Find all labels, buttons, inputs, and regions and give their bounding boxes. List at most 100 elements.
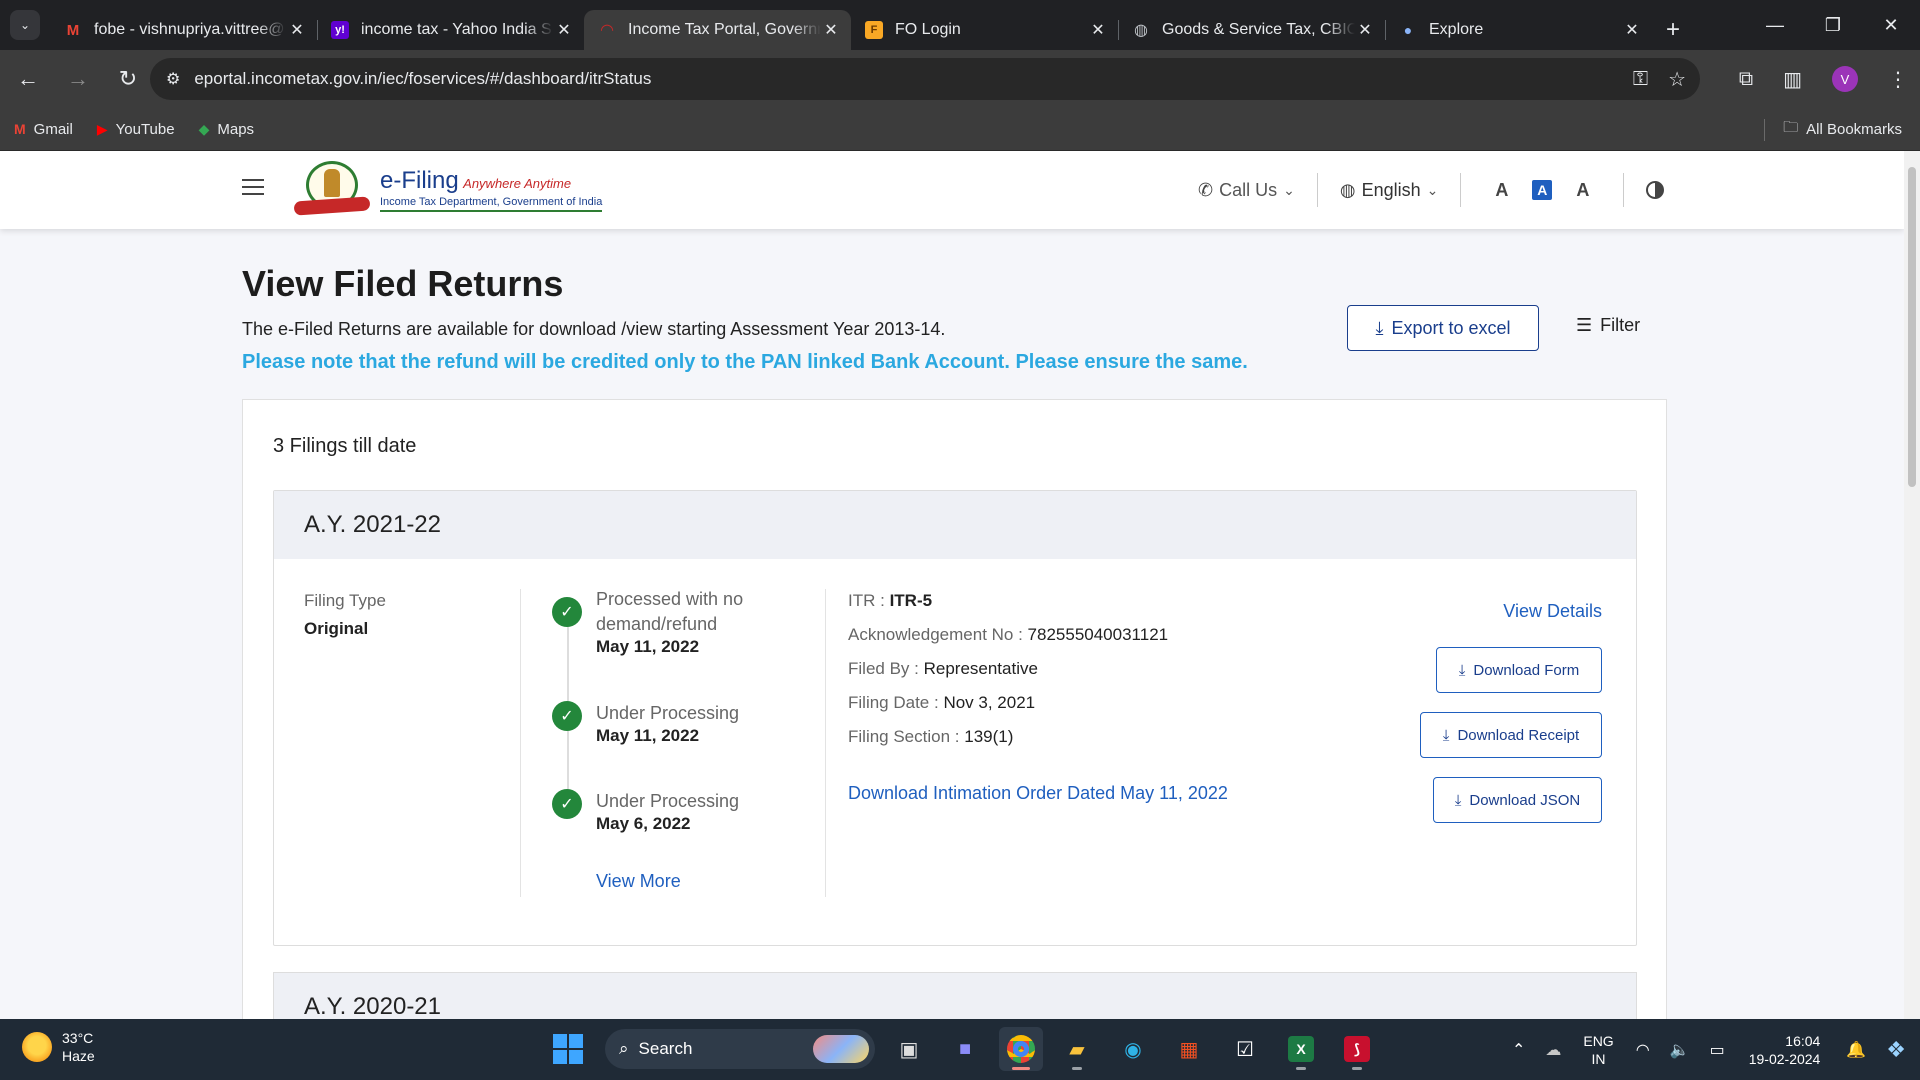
yahoo-icon: y! (331, 21, 349, 39)
export-to-excel-button[interactable]: ⤓ Export to excel (1347, 305, 1539, 351)
clock[interactable]: 16:04 19-02-2024 (1749, 1032, 1821, 1068)
assessment-year-heading[interactable]: A.Y. 2021-22 (274, 491, 1636, 559)
password-key-icon[interactable]: ⚿ (1633, 68, 1648, 91)
close-icon[interactable]: ✕ (287, 20, 307, 40)
bookmark-youtube[interactable]: ▶ YouTube (97, 121, 175, 138)
tab-search-button[interactable]: ⌄ (10, 10, 40, 40)
language-dropdown[interactable]: ◍ English ⌄ (1340, 180, 1439, 201)
filed-by-row: Filed By : Representative (848, 659, 1168, 679)
bookmark-label: YouTube (115, 120, 175, 138)
timeline-status: Processed with no demand/refund (596, 589, 744, 634)
edge-icon[interactable]: ◉ (1111, 1027, 1155, 1071)
divider (520, 589, 521, 897)
download-icon: ⤓ (1454, 791, 1462, 809)
restore-icon[interactable]: ❐ (1804, 0, 1862, 50)
contrast-icon[interactable] (1646, 181, 1665, 199)
search-icon: ⌕ (619, 1039, 629, 1058)
volume-icon[interactable]: 🔈 (1670, 1040, 1690, 1060)
efiling-icon: ◠ (600, 22, 614, 39)
forward-button[interactable]: → (56, 57, 100, 101)
taskbar-apps: ⌕ Search ▣ ■ ▰ ◉ ▦ ☑ X ⟆ (553, 1027, 1379, 1071)
onedrive-icon[interactable]: ☁ (1545, 1040, 1561, 1060)
store-icon[interactable]: ▦ (1167, 1027, 1211, 1071)
call-us-label: Call Us (1219, 179, 1278, 200)
view-more-link[interactable]: View More (596, 871, 681, 892)
efiling-logo[interactable]: e-Filing Anywhere Anytime Income Tax Dep… (290, 159, 603, 219)
font-decrease-button[interactable]: A (1495, 180, 1508, 201)
acrobat-icon[interactable]: ⟆ (1335, 1027, 1379, 1071)
close-icon[interactable]: ✕ (1622, 20, 1642, 40)
filing-details: ITR : ITR-5 Acknowledgement No : 7825550… (848, 591, 1168, 761)
language-indicator[interactable]: ENG IN (1583, 1032, 1613, 1068)
reload-button[interactable]: ↻ (106, 57, 150, 101)
todo-icon[interactable]: ☑ (1223, 1027, 1267, 1071)
weather-widget[interactable]: 33°C Haze (22, 1029, 95, 1065)
chevron-up-icon[interactable]: ⌃ (1512, 1040, 1525, 1060)
download-receipt-label: Download Receipt (1457, 726, 1580, 744)
task-view-icon[interactable]: ▣ (887, 1027, 931, 1071)
tab-gmail[interactable]: M fobe - vishnupriya.vittree@ ✕ (50, 10, 318, 50)
close-window-icon[interactable]: ✕ (1862, 0, 1920, 50)
menu-kebab-icon[interactable]: ⋮ (1888, 67, 1908, 92)
chrome-icon[interactable] (999, 1027, 1043, 1071)
call-us-dropdown[interactable]: ✆ Call Us ⌄ (1198, 180, 1295, 201)
filing-section-label: Filing Section : (848, 727, 965, 746)
hamburger-menu-icon[interactable] (242, 179, 264, 200)
system-tray: ⌃ ☁ ENG IN ◠ 🔈 ▭ 16:04 19-02-2024 🔔 ❖ (1502, 1019, 1920, 1080)
view-details-link[interactable]: View Details (1503, 601, 1602, 622)
tab-yahoo[interactable]: y! income tax - Yahoo India S ✕ (317, 10, 585, 50)
font-increase-button[interactable]: A (1576, 180, 1589, 201)
divider (825, 589, 826, 897)
excel-icon[interactable]: X (1279, 1027, 1323, 1071)
close-icon[interactable]: ✕ (554, 20, 574, 40)
weather-condition: Haze (62, 1048, 95, 1064)
filing-date-row: Filing Date : Nov 3, 2021 (848, 693, 1168, 713)
font-normal-button[interactable]: A (1532, 180, 1553, 200)
bookmark-gmail[interactable]: M Gmail (14, 121, 73, 138)
assessment-year-heading[interactable]: A.Y. 2020-21 (274, 973, 1636, 1019)
download-json-button[interactable]: ⤓ Download JSON (1433, 777, 1602, 823)
timeline-date: May 11, 2022 (596, 637, 700, 656)
globe-icon: ◍ (1339, 179, 1356, 200)
tab-income-tax-portal[interactable]: ◠ Income Tax Portal, Governm ✕ (584, 10, 851, 50)
bookmark-maps[interactable]: ◆ Maps (199, 121, 254, 138)
page-scrollbar[interactable] (1904, 151, 1920, 1019)
filter-button[interactable]: ☰ Filter (1576, 315, 1640, 336)
close-icon[interactable]: ✕ (1355, 20, 1375, 40)
wifi-icon[interactable]: ◠ (1636, 1040, 1650, 1060)
logo-dept: Income Tax Department, Government of Ind… (380, 195, 603, 208)
teams-chat-icon[interactable]: ■ (943, 1027, 987, 1071)
taskbar-search[interactable]: ⌕ Search (605, 1029, 875, 1069)
back-button[interactable]: ← (6, 57, 50, 101)
tab-explore[interactable]: ● Explore ✕ (1385, 10, 1652, 50)
file-explorer-icon[interactable]: ▰ (1055, 1027, 1099, 1071)
download-intimation-link[interactable]: Download Intimation Order Dated May 11, … (848, 783, 1228, 804)
tab-title: FO Login (895, 21, 961, 38)
side-panel-icon[interactable]: ▥ (1783, 67, 1802, 92)
tab-fo-login[interactable]: F FO Login ✕ (851, 10, 1119, 50)
refund-note: Please note that the refund will be cred… (242, 351, 1248, 373)
all-bookmarks[interactable]: 🗀 All Bookmarks (1764, 108, 1902, 151)
extensions-icon[interactable]: ⧉ (1739, 68, 1753, 91)
address-bar[interactable]: ⚙ eportal.incometax.gov.in/iec/foservice… (150, 58, 1700, 100)
close-icon[interactable]: ✕ (821, 20, 841, 40)
tab-strip: ⌄ M fobe - vishnupriya.vittree@ ✕ y! inc… (0, 0, 1920, 50)
bookmark-star-icon[interactable]: ☆ (1668, 67, 1686, 92)
minimize-icon[interactable]: — (1746, 0, 1804, 50)
weather-sun-icon (22, 1032, 52, 1062)
download-receipt-button[interactable]: ⤓ Download Receipt (1420, 712, 1602, 758)
tab-gst-cbic[interactable]: ◍ Goods & Service Tax, CBIC ✕ (1118, 10, 1386, 50)
site-header: e-Filing Anywhere Anytime Income Tax Dep… (0, 151, 1904, 229)
timeline-date: May 6, 2022 (596, 814, 691, 833)
new-tab-button[interactable]: + (1652, 16, 1694, 50)
close-icon[interactable]: ✕ (1088, 20, 1108, 40)
battery-icon[interactable]: ▭ (1710, 1040, 1725, 1060)
download-form-button[interactable]: ⤓ Download Form (1436, 647, 1602, 693)
scrollbar-thumb[interactable] (1908, 167, 1916, 487)
site-info-icon[interactable]: ⚙ (166, 69, 180, 89)
copilot-icon[interactable]: ❖ (1886, 1037, 1906, 1063)
notification-bell-icon[interactable]: 🔔 (1846, 1040, 1866, 1060)
windows-start-icon[interactable] (553, 1034, 583, 1064)
search-highlight-image (813, 1035, 869, 1063)
profile-avatar[interactable]: V (1832, 66, 1858, 92)
